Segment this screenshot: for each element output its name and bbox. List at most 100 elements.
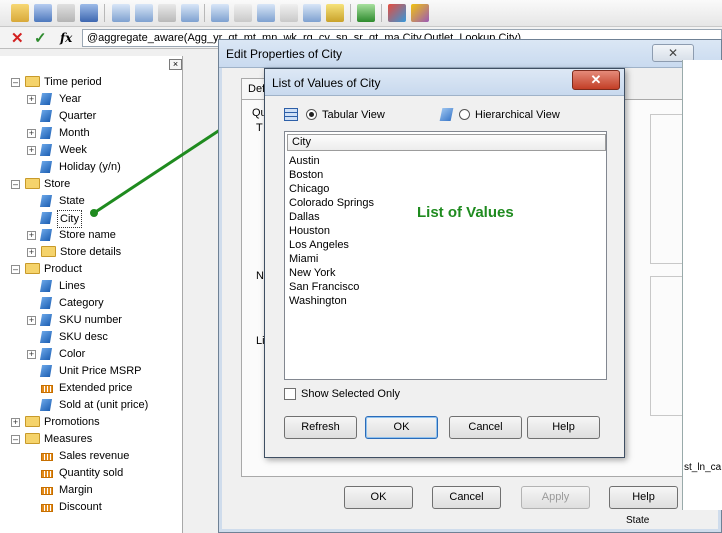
collapse-icon[interactable]: – [11, 435, 20, 444]
list-item[interactable]: Colorado Springs [289, 196, 374, 210]
tree-item-label: Sold at (unit price) [59, 399, 149, 411]
filter-icon[interactable] [57, 4, 75, 22]
list-item[interactable]: Miami [289, 252, 318, 266]
dimension-icon [39, 280, 53, 292]
report-settings-icon[interactable] [303, 4, 321, 22]
expand-icon[interactable]: + [11, 418, 20, 427]
tree-item[interactable]: + SKU number [27, 312, 182, 328]
collapse-icon[interactable]: – [11, 180, 20, 189]
save-arrow-icon[interactable] [34, 4, 52, 22]
hierarchical-view-label: Hierarchical View [475, 109, 560, 121]
tree-item[interactable]: Sold at (unit price) [27, 397, 182, 413]
expand-icon[interactable]: + [27, 350, 36, 359]
chart-color-icon[interactable] [411, 4, 429, 22]
tabular-view-radio[interactable] [306, 109, 317, 120]
validate-formula-icon[interactable]: ✓ [34, 29, 47, 47]
list-item[interactable]: New York [289, 266, 335, 280]
lov-titlebar: List of Values of City ✕ [265, 69, 624, 96]
list-item[interactable]: Austin [289, 154, 320, 168]
collapse-icon[interactable]: – [11, 265, 20, 274]
dimension-icon [39, 331, 53, 343]
tree-item-label: Product [44, 263, 82, 275]
tree-item[interactable]: Holiday (y/n) [27, 159, 182, 175]
tree-item[interactable]: Discount [27, 499, 182, 515]
toolbar-separator [350, 4, 351, 22]
settings-icon[interactable] [280, 4, 298, 22]
lov-close-button[interactable]: ✕ [572, 70, 620, 90]
tree-item-label: SKU number [59, 314, 122, 326]
lov-cancel-button[interactable]: Cancel [449, 416, 522, 439]
expand-icon[interactable]: + [27, 129, 36, 138]
function-icon[interactable]: fx [60, 31, 72, 45]
lov-refresh-button[interactable]: Refresh [284, 416, 357, 439]
dimension-icon [39, 314, 53, 326]
tree-item[interactable]: Extended price [27, 380, 182, 396]
tree-item[interactable]: + Store details [27, 244, 182, 260]
sum-icon[interactable] [234, 4, 252, 22]
tree-item[interactable]: Unit Price MSRP [27, 363, 182, 379]
open-folder-icon[interactable] [11, 4, 29, 22]
edit-ok-button[interactable]: OK [344, 486, 413, 509]
folder-icon [25, 416, 40, 427]
expand-icon[interactable]: + [27, 146, 36, 155]
tree-item[interactable]: + Month [27, 125, 182, 141]
tree-item[interactable]: Quantity sold [27, 465, 182, 481]
tree-item[interactable]: – Store [11, 176, 182, 192]
list-item[interactable]: Washington [289, 294, 347, 308]
hierarchical-view-icon [439, 108, 454, 121]
list-item[interactable]: Houston [289, 224, 330, 238]
checkmark-icon[interactable] [357, 4, 375, 22]
list-item[interactable]: Los Angeles [289, 238, 349, 252]
tree-icon[interactable] [135, 4, 153, 22]
edit-cancel-button[interactable]: Cancel [432, 486, 501, 509]
folder-icon [25, 76, 40, 87]
values-listbox[interactable]: City Austin Boston Chicago Colorado Springs… [284, 131, 607, 380]
tree-item[interactable]: + Color [27, 346, 182, 362]
expand-icon[interactable]: + [27, 95, 36, 104]
dimension-icon [39, 212, 53, 224]
tree-item[interactable]: – Time period [11, 74, 182, 90]
cancel-formula-icon[interactable]: ✕ [11, 29, 24, 47]
column-header-city[interactable]: City [287, 134, 606, 151]
tree-item[interactable]: SKU desc [27, 329, 182, 345]
expand-icon[interactable]: + [27, 248, 36, 257]
expand-icon[interactable]: + [27, 316, 36, 325]
type-label-fragment: T [256, 122, 263, 134]
hierarchical-view-radio[interactable] [459, 109, 470, 120]
tree-item[interactable]: Category [27, 295, 182, 311]
dimension-icon [39, 110, 53, 122]
tree-item[interactable]: + Year [27, 91, 182, 107]
collapse-icon[interactable]: – [11, 78, 20, 87]
tree-item[interactable]: – Product [11, 261, 182, 277]
table-icon[interactable] [158, 4, 176, 22]
edit-help-button[interactable]: Help [609, 486, 678, 509]
grid-color-icon[interactable] [388, 4, 406, 22]
tree-close-button[interactable]: × [169, 59, 182, 70]
tree-item[interactable]: Quarter [27, 108, 182, 124]
new-report-icon[interactable] [112, 4, 130, 22]
tree-item[interactable]: City [27, 210, 182, 228]
tree-item[interactable]: + Promotions [11, 414, 182, 430]
lov-help-button[interactable]: Help [527, 416, 600, 439]
tree-item[interactable]: Sales revenue [27, 448, 182, 464]
export-icon[interactable] [257, 4, 275, 22]
show-selected-only-checkbox[interactable] [284, 388, 296, 400]
tree-item[interactable]: + Store name [27, 227, 182, 243]
list-item[interactable]: Chicago [289, 182, 329, 196]
expand-icon[interactable]: + [27, 231, 36, 240]
tree-item[interactable]: + Week [27, 142, 182, 158]
tree-item[interactable]: State [27, 193, 182, 209]
list-item[interactable]: Boston [289, 168, 323, 182]
database-icon[interactable] [80, 4, 98, 22]
list-item[interactable]: San Francisco [289, 280, 359, 294]
list-item[interactable]: Dallas [289, 210, 320, 224]
edit-apply-button[interactable]: Apply [521, 486, 590, 509]
hierarchy-icon[interactable] [181, 4, 199, 22]
tree-item[interactable]: – Measures [11, 431, 182, 447]
lov-ok-button[interactable]: OK [365, 416, 438, 439]
tree-item-label: Lines [59, 280, 86, 292]
tree-item[interactable]: Margin [27, 482, 182, 498]
format-number-icon[interactable] [211, 4, 229, 22]
key-icon[interactable] [326, 4, 344, 22]
tree-item[interactable]: Lines [27, 278, 182, 294]
